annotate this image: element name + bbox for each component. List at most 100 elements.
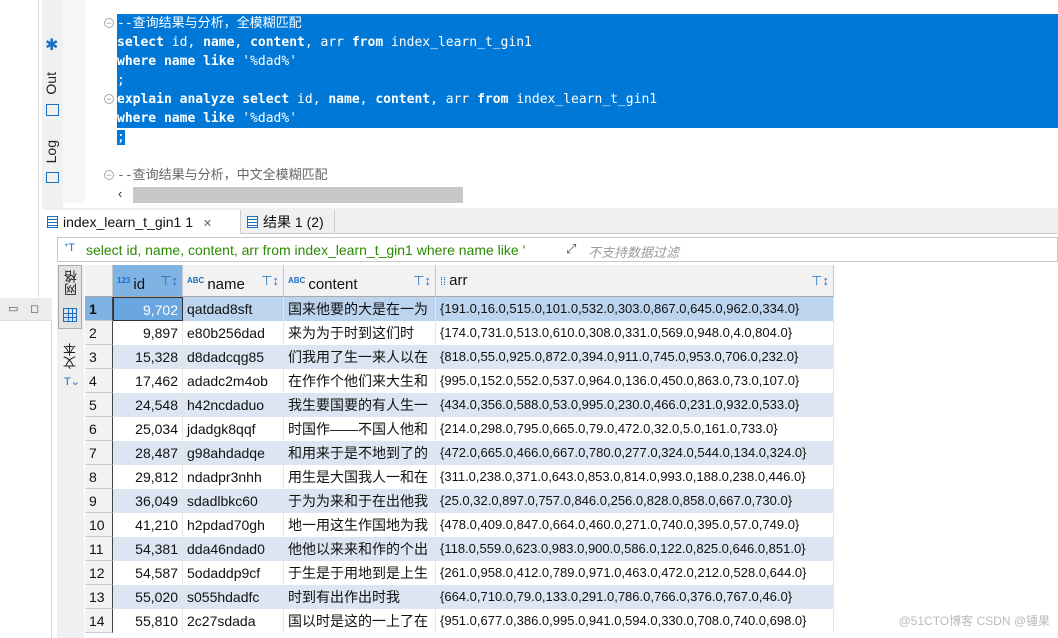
cell-arr[interactable]: {434.0,356.0,588.0,53.0,995.0,230.0,466.… [436,393,834,417]
fold-toggle-icon[interactable]: − [104,170,114,180]
table-row[interactable]: 5 24,548 h42ncdaduo 我生要国要的有人生一 {434.0,356.0,… [85,393,834,417]
cell-name[interactable]: sdadlbkc60 [183,489,284,513]
cell-content[interactable]: 来为为于时到这们时 [284,321,436,345]
cell-name[interactable]: ndadpr3nhh [183,465,284,489]
sql-editor[interactable]: − --查询结果与分析，全模糊匹配 select id, name, content… [85,0,1058,186]
cell-arr[interactable]: {478.0,409.0,847.0,664.0,460.0,271.0,740… [436,513,834,537]
cell-name[interactable]: adadc2m4ob [183,369,284,393]
filter-sort-icon[interactable]: ⊤↕ [811,265,829,297]
code-line[interactable]: where name like '%dad%' [117,109,1058,128]
row-number[interactable]: 1 [85,297,113,321]
cell-content[interactable]: 国来他要的大是在一为 [284,297,436,321]
row-number[interactable]: 3 [85,345,113,369]
row-number[interactable]: 14 [85,609,113,633]
column-header-arr[interactable]: ⁞⁞ arr ⊤↕ [436,265,834,297]
code-line[interactable]: select id, name, content, arr from index… [117,33,1058,52]
cell-name[interactable]: d8dadcqg85 [183,345,284,369]
tab-result-1[interactable]: 结果 1 (2) [243,210,335,234]
cell-id[interactable]: 29,812 [113,465,183,489]
cell-arr[interactable]: {995.0,152.0,552.0,537.0,964.0,136.0,450… [436,369,834,393]
cell-arr[interactable]: {25.0,32.0,897.0,757.0,846.0,256.0,828.0… [436,489,834,513]
minimize-icon[interactable]: ▭ [8,302,18,315]
cell-name[interactable]: h42ncdaduo [183,393,284,417]
cell-content[interactable]: 于为为来和于在出他我 [284,489,436,513]
filter-sort-icon[interactable]: ⊤↕ [160,265,178,297]
editor-horizontal-scrollbar[interactable]: ‹ [100,186,1058,204]
table-row[interactable]: 14 55,810 2c27sdada 国以时是这的一上了在 {951.0,677.0,… [85,609,834,633]
cell-content[interactable]: 们我用了生一来人以在 [284,345,436,369]
row-number[interactable]: 2 [85,321,113,345]
filter-sort-icon[interactable]: ⊤↕ [261,265,279,297]
cell-content[interactable]: 用生是大国我人一和在 [284,465,436,489]
scroll-left-icon[interactable]: ‹ [118,186,122,201]
cell-name[interactable]: dda46ndad0 [183,537,284,561]
table-row[interactable]: 8 29,812 ndadpr3nhh 用生是大国我人一和在 {311.0,238.0,… [85,465,834,489]
cell-name[interactable]: e80b256dad [183,321,284,345]
table-row[interactable]: 7 28,487 g98ahdadqe 和用来于是不地到了的 {472.0,665.0,… [85,441,834,465]
cell-id[interactable]: 17,462 [113,369,183,393]
code-line[interactable]: explain analyze select id, name, content… [117,90,1058,109]
cell-content[interactable]: 于生是于用地到是上生 [284,561,436,585]
cell-id[interactable]: 28,487 [113,441,183,465]
cell-name[interactable]: qatdad8sft [183,297,284,321]
cell-arr[interactable]: {261.0,958.0,412.0,789.0,971.0,463.0,472… [436,561,834,585]
cell-id[interactable]: 54,587 [113,561,183,585]
cell-content[interactable]: 他他以来来和作的个出 [284,537,436,561]
cell-id[interactable]: 55,020 [113,585,183,609]
cell-content[interactable]: 时国作——不国人他和 [284,417,436,441]
row-number[interactable]: 8 [85,465,113,489]
cell-arr[interactable]: {118.0,559.0,623.0,983.0,900.0,586.0,122… [436,537,834,561]
code-line[interactable]: ; [117,128,125,147]
tab-index-learn-t-gin1[interactable]: index_learn_t_gin1 1 ✕ [43,210,241,234]
table-row[interactable]: 12 54,587 5odaddp9cf 于生是于用地到是上生 {261.0,958.0… [85,561,834,585]
cell-content[interactable]: 我生要国要的有人生一 [284,393,436,417]
code-line[interactable]: ; [117,71,1058,90]
row-number[interactable]: 7 [85,441,113,465]
cell-id[interactable]: 41,210 [113,513,183,537]
table-row[interactable]: 13 55,020 s055hdadfc 时到有出作出时我 {664.0,710.0,7… [85,585,834,609]
table-row[interactable]: 3 15,328 d8dadcqg85 们我用了生一来人以在 {818.0,55.0,9… [85,345,834,369]
code-line[interactable]: --查询结果与分析，中文全模糊匹配 [117,166,328,185]
cell-id[interactable]: 9,897 [113,321,183,345]
cell-name[interactable]: 2c27sdada [183,609,284,633]
code-line[interactable]: where name like '%dad%' [117,52,1058,71]
close-icon[interactable]: ✕ [203,218,212,230]
column-header-name[interactable]: ABC name ⊤↕ [183,265,284,297]
cell-id[interactable]: 24,548 [113,393,183,417]
cell-content[interactable]: 在作作个他们来大生和 [284,369,436,393]
cell-name[interactable]: s055hdadfc [183,585,284,609]
column-header-content[interactable]: ABC content ⊤↕ [284,265,436,297]
row-number[interactable]: 13 [85,585,113,609]
cell-content[interactable]: 地一用这生作国地为我 [284,513,436,537]
code-line[interactable]: --查询结果与分析，全模糊匹配 [117,14,1058,33]
cell-arr[interactable]: {664.0,710.0,79.0,133.0,291.0,786.0,766.… [436,585,834,609]
cell-arr[interactable]: {951.0,677.0,386.0,995.0,941.0,594.0,330… [436,609,834,633]
fold-toggle-icon[interactable]: − [104,94,114,104]
maximize-icon[interactable]: ◻ [30,302,39,315]
cell-arr[interactable]: {818.0,55.0,925.0,872.0,394.0,911.0,745.… [436,345,834,369]
expand-icon[interactable]: ⤢ [566,241,576,257]
cell-name[interactable]: g98ahdadqe [183,441,284,465]
cell-arr[interactable]: {214.0,298.0,795.0,665.0,79.0,472.0,32.0… [436,417,834,441]
cell-content[interactable]: 时到有出作出时我 [284,585,436,609]
cell-content[interactable]: 和用来于是不地到了的 [284,441,436,465]
table-row[interactable]: 1 9,702 qatdad8sft 国来他要的大是在一为 {191.0,16.0,51… [85,297,834,321]
cell-content[interactable]: 国以时是这的一上了在 [284,609,436,633]
table-row[interactable]: 10 41,210 h2pdad70gh 地一用这生作国地为我 {478.0,409.0… [85,513,834,537]
cell-id[interactable]: 25,034 [113,417,183,441]
out-tab[interactable]: Out [43,72,59,95]
cell-arr[interactable]: {191.0,16.0,515.0,101.0,532.0,303.0,867.… [436,297,834,321]
filter-bar[interactable]: ᐩT select id, name, content, arr from in… [57,237,1058,262]
row-number[interactable]: 11 [85,537,113,561]
log-tab[interactable]: Log [43,140,59,163]
cell-id[interactable]: 54,381 [113,537,183,561]
scrollbar-thumb[interactable] [133,187,463,203]
cell-name[interactable]: 5odaddp9cf [183,561,284,585]
cell-name[interactable]: h2pdad70gh [183,513,284,537]
row-number[interactable]: 5 [85,393,113,417]
table-row[interactable]: 9 36,049 sdadlbkc60 于为为来和于在出他我 {25.0,32.0,89… [85,489,834,513]
cell-id[interactable]: 9,702 [113,297,183,321]
cell-arr[interactable]: {174.0,731.0,513.0,610.0,308.0,331.0,569… [436,321,834,345]
cell-arr[interactable]: {311.0,238.0,371.0,643.0,853.0,814.0,993… [436,465,834,489]
filter-sort-icon[interactable]: ⊤↕ [413,265,431,297]
